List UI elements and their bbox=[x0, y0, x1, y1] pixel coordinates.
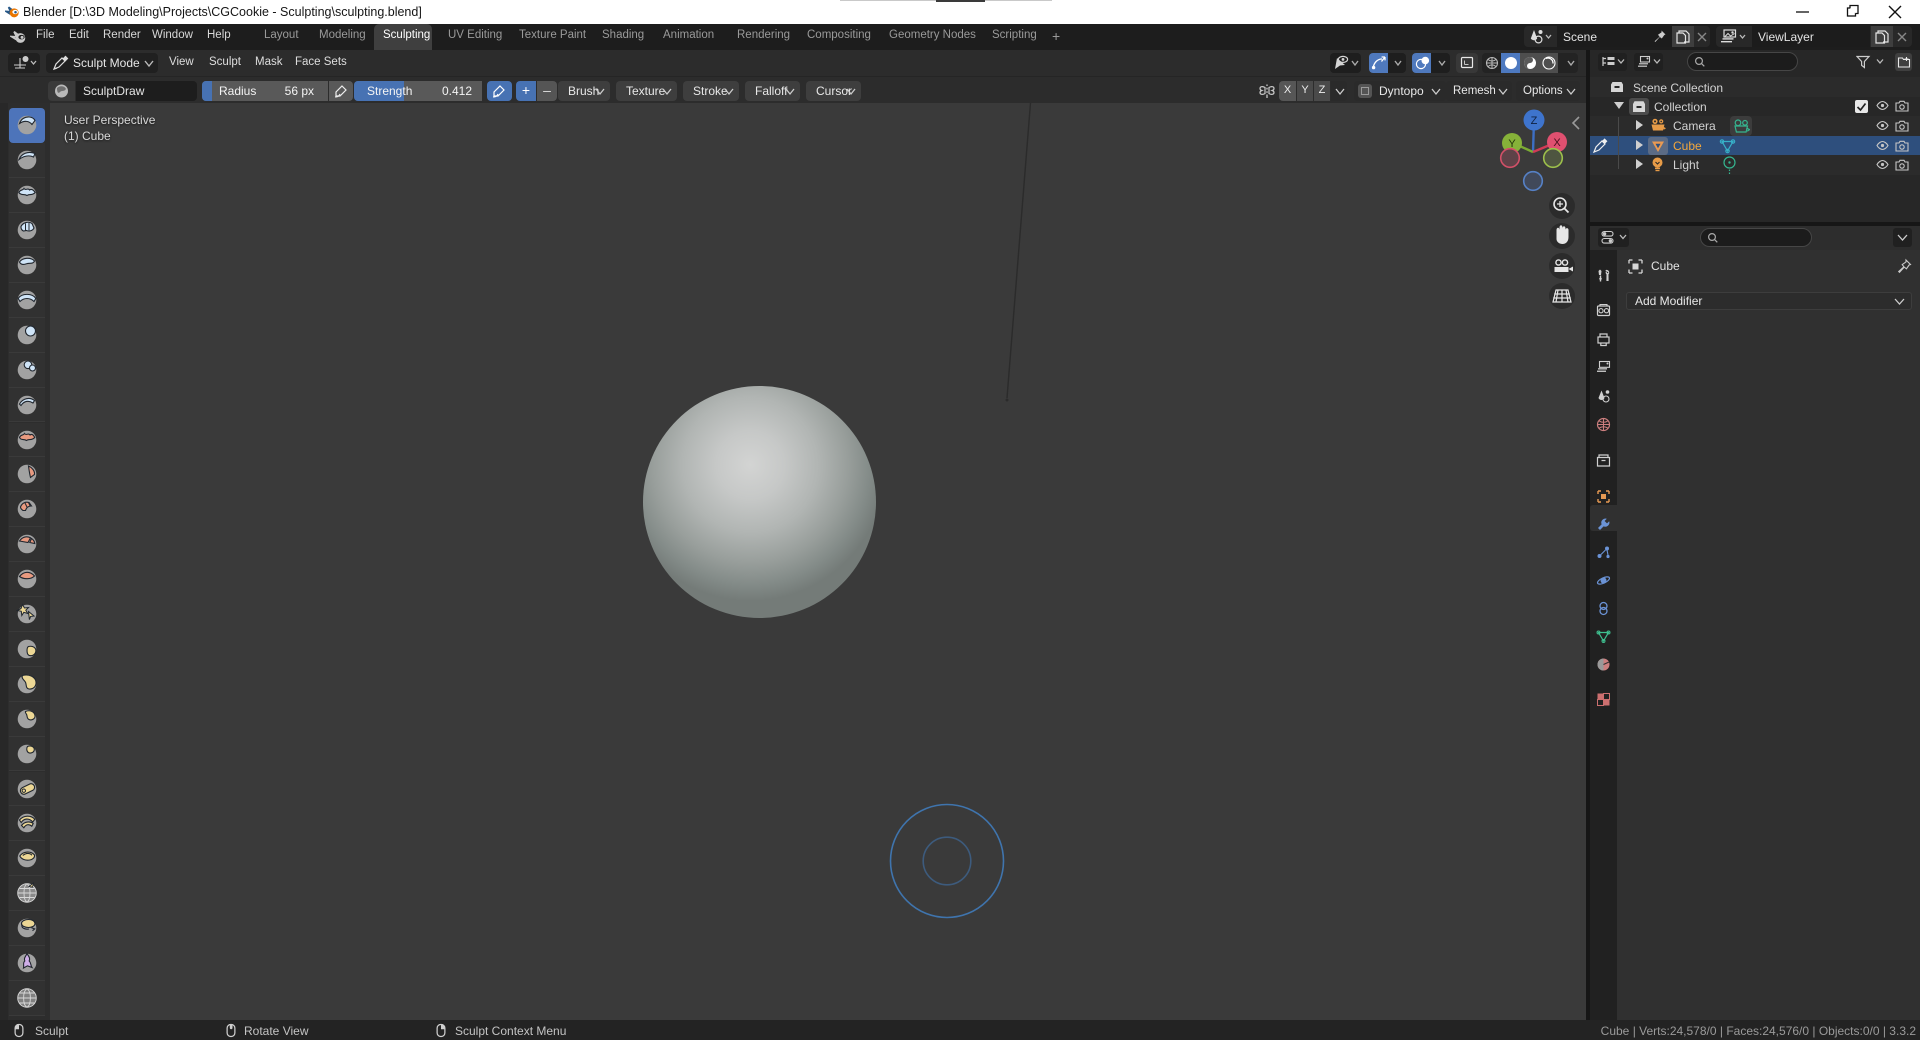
svg-text:X: X bbox=[1553, 137, 1561, 149]
svg-text:Z: Z bbox=[1531, 115, 1538, 127]
